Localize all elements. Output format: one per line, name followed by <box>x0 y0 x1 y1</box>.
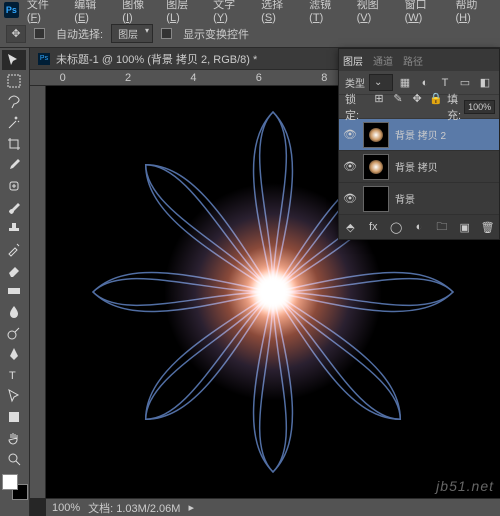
ps-doc-icon: Ps <box>38 53 50 65</box>
gradient-tool[interactable] <box>2 281 26 301</box>
lock-position-icon[interactable]: ✥ <box>410 91 424 107</box>
menu-type[interactable]: 文字(Y) <box>207 0 253 26</box>
menu-edit[interactable]: 编辑(E) <box>68 0 114 26</box>
shape-tool[interactable] <box>2 407 26 427</box>
layer-name[interactable]: 背景 <box>395 191 415 206</box>
panel-footer: ⬘ fx ◯ ◐ 🗀 ▣ 🗑 <box>339 215 499 239</box>
filter-type-icon[interactable]: T <box>437 75 453 91</box>
layer-thumbnail[interactable] <box>363 186 389 212</box>
stamp-tool[interactable] <box>2 218 26 238</box>
menu-window[interactable]: 窗口(W) <box>399 0 448 26</box>
adjustment-icon[interactable]: ◐ <box>412 219 427 235</box>
auto-select-dropdown[interactable]: 图层 <box>111 24 153 43</box>
crop-tool[interactable] <box>2 134 26 154</box>
visibility-icon[interactable]: 👁 <box>343 160 357 174</box>
new-layer-icon[interactable]: ▣ <box>457 219 472 235</box>
tab-paths[interactable]: 路径 <box>403 50 423 71</box>
tab-channels[interactable]: 通道 <box>373 50 393 71</box>
auto-select-checkbox[interactable] <box>34 28 45 39</box>
trash-icon[interactable]: 🗑 <box>480 219 495 235</box>
layer-row[interactable]: 👁 背景 <box>339 183 499 215</box>
menu-filter[interactable]: 滤镜(T) <box>303 0 348 26</box>
visibility-icon[interactable]: 👁 <box>343 128 357 142</box>
color-swatches[interactable] <box>2 474 28 500</box>
kind-dropdown[interactable]: ⌄ <box>369 74 393 91</box>
show-transform-checkbox[interactable] <box>161 28 172 39</box>
hand-tool[interactable] <box>2 428 26 448</box>
watermark: jb51.net <box>436 478 494 494</box>
ruler-vertical <box>30 86 46 498</box>
blur-tool[interactable] <box>2 302 26 322</box>
svg-text:T: T <box>9 370 16 382</box>
type-tool[interactable]: T <box>2 365 26 385</box>
filter-adjust-icon[interactable]: ◐ <box>417 75 433 91</box>
layer-name[interactable]: 背景 拷贝 <box>395 159 438 174</box>
status-arrow-icon[interactable]: ▸ <box>188 501 194 514</box>
layer-name[interactable]: 背景 拷贝 2 <box>395 127 446 142</box>
eyedropper-tool[interactable] <box>2 155 26 175</box>
mask-icon[interactable]: ◯ <box>389 219 404 235</box>
layer-thumbnail[interactable] <box>363 154 389 180</box>
move-tool[interactable] <box>2 50 26 70</box>
menubar: Ps 文件(F) 编辑(E) 图像(I) 图层(L) 文字(Y) 选择(S) 滤… <box>0 0 500 20</box>
pen-tool[interactable] <box>2 344 26 364</box>
filter-pixel-icon[interactable]: ▦ <box>397 75 413 91</box>
lock-pixels-icon[interactable]: ✎ <box>391 91 405 107</box>
layer-row[interactable]: 👁 背景 拷贝 2 <box>339 119 499 151</box>
auto-select-label: 自动选择: <box>56 26 103 42</box>
panel-tabs: 图层 通道 路径 <box>339 49 499 71</box>
show-transform-label: 显示变换控件 <box>183 26 249 42</box>
link-layers-icon[interactable]: ⬘ <box>343 219 358 235</box>
layer-thumbnail[interactable] <box>363 122 389 148</box>
fx-icon[interactable]: fx <box>366 219 381 235</box>
filter-shape-icon[interactable]: ▭ <box>457 75 473 91</box>
lasso-tool[interactable] <box>2 92 26 112</box>
menu-help[interactable]: 帮助(H) <box>449 0 496 26</box>
zoom-tool[interactable] <box>2 449 26 469</box>
brush-tool[interactable] <box>2 197 26 217</box>
foreground-swatch[interactable] <box>2 474 18 490</box>
dodge-tool[interactable] <box>2 323 26 343</box>
heal-tool[interactable] <box>2 176 26 196</box>
menu-view[interactable]: 视图(V) <box>351 0 397 26</box>
layer-list: 👁 背景 拷贝 2 👁 背景 拷贝 👁 背景 <box>339 119 499 215</box>
fill-label: 填充: <box>447 91 461 123</box>
marquee-tool[interactable] <box>2 71 26 91</box>
menu-layer[interactable]: 图层(L) <box>160 0 205 26</box>
filter-smart-icon[interactable]: ◧ <box>477 75 493 91</box>
fill-value[interactable]: 100% <box>464 100 495 114</box>
menu-image[interactable]: 图像(I) <box>116 0 158 26</box>
eraser-tool[interactable] <box>2 260 26 280</box>
tab-layers[interactable]: 图层 <box>343 50 363 71</box>
menu-file[interactable]: 文件(F) <box>21 0 66 26</box>
toolbox: T <box>0 48 30 516</box>
wand-tool[interactable] <box>2 113 26 133</box>
lock-all-icon[interactable]: 🔒 <box>429 91 443 107</box>
visibility-icon[interactable]: 👁 <box>343 192 357 206</box>
app-icon: Ps <box>4 2 19 18</box>
layers-panel: 图层 通道 路径 类型 ⌄ ▦ ◐ T ▭ ◧ 锁定: ⊞ ✎ ✥ 🔒 填充: … <box>338 48 500 240</box>
history-brush-tool[interactable] <box>2 239 26 259</box>
menu-select[interactable]: 选择(S) <box>255 0 301 26</box>
group-icon[interactable]: 🗀 <box>434 219 449 235</box>
lock-row: 锁定: ⊞ ✎ ✥ 🔒 填充: 100% <box>339 95 499 119</box>
layer-row[interactable]: 👁 背景 拷贝 <box>339 151 499 183</box>
move-tool-preset-icon[interactable]: ✥ <box>6 25 26 43</box>
zoom-value[interactable]: 100% <box>52 502 80 514</box>
lock-label: 锁定: <box>345 91 367 123</box>
filesize-label: 文档: 1.03M/2.06M <box>88 500 180 516</box>
path-select-tool[interactable] <box>2 386 26 406</box>
document-title: 未标题-1 @ 100% (背景 拷贝 2, RGB/8) * <box>56 51 257 67</box>
status-bar: 100% 文档: 1.03M/2.06M ▸ <box>46 498 500 516</box>
lock-transparent-icon[interactable]: ⊞ <box>372 91 386 107</box>
